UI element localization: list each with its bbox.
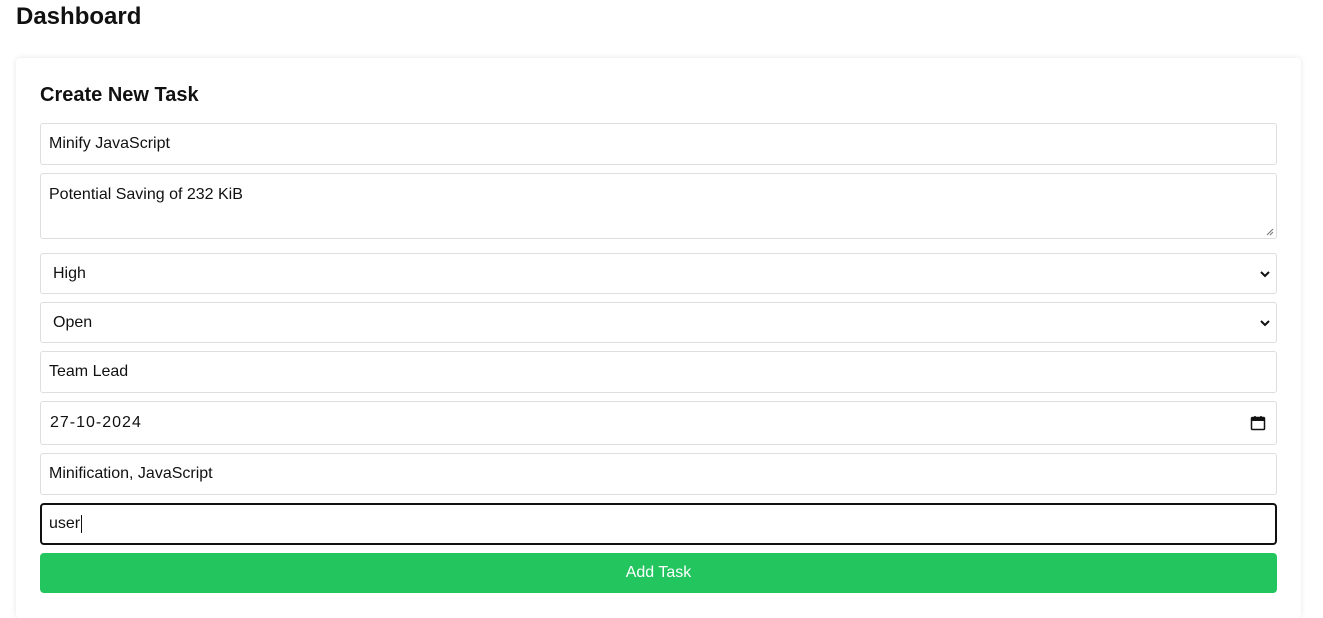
status-value: Open (53, 313, 93, 331)
user-input[interactable]: user (40, 503, 1277, 545)
task-title-input[interactable]: Minify JavaScript (40, 123, 1277, 165)
text-caret (81, 515, 83, 533)
user-value: user (49, 515, 81, 532)
description-value: Potential Saving of 232 KiB (49, 186, 243, 203)
tags-value: Minification, JavaScript (49, 465, 213, 482)
priority-value: High (53, 264, 86, 282)
chevron-down-icon (1260, 319, 1270, 326)
form-title: Create New Task (40, 84, 199, 106)
task-title-value: Minify JavaScript (49, 135, 170, 152)
due-date-value: 27-10-2024 (50, 414, 142, 431)
calendar-icon[interactable] (1250, 415, 1266, 431)
priority-select[interactable]: High (40, 253, 1277, 294)
add-task-button[interactable]: Add Task (40, 553, 1277, 593)
tags-input[interactable]: Minification, JavaScript (40, 453, 1277, 495)
create-task-card: Create New Task Minify JavaScript Potent… (16, 58, 1301, 618)
page-title: Dashboard (16, 3, 142, 30)
assignee-value: Team Lead (49, 363, 129, 380)
chevron-down-icon (1260, 270, 1270, 277)
due-date-input[interactable]: 27-10-2024 (40, 401, 1277, 445)
status-select[interactable]: Open (40, 302, 1277, 343)
assignee-input[interactable]: Team Lead (40, 351, 1277, 393)
resize-grip-icon[interactable] (1266, 228, 1274, 236)
description-textarea[interactable]: Potential Saving of 232 KiB (40, 173, 1277, 239)
